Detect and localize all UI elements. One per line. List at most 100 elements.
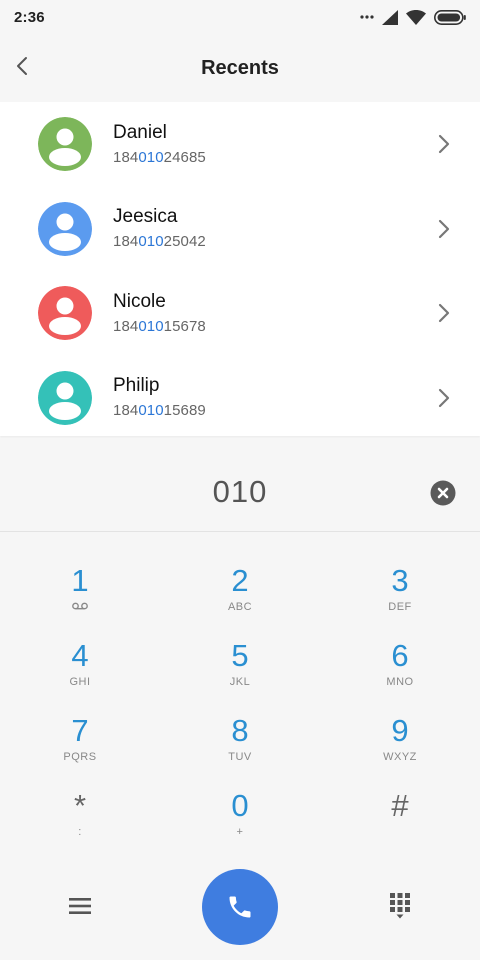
number-suffix: 25042	[163, 233, 206, 251]
key-letters: GHI	[69, 676, 91, 688]
number-prefix: 184	[113, 148, 139, 166]
back-button[interactable]	[8, 52, 36, 84]
contact-number: 18401015678	[113, 318, 206, 336]
key-digit: #	[391, 788, 409, 823]
number-prefix: 184	[113, 402, 139, 420]
contact-name: Nicole	[113, 290, 166, 312]
key-letters: JKL	[229, 676, 251, 688]
page-title: Recents	[201, 56, 279, 79]
key-letters: DEF	[388, 601, 412, 613]
chevron-left-icon	[16, 56, 28, 81]
key-5[interactable]: 5 JKL	[160, 620, 320, 695]
key-digit: 5	[231, 638, 249, 673]
key-9[interactable]: 9 WXYZ	[320, 695, 480, 770]
key-letters: :	[78, 826, 82, 838]
contact-name: Philip	[113, 375, 160, 397]
key-hash[interactable]: #	[320, 770, 480, 845]
key-letters: +	[236, 826, 244, 838]
key-8[interactable]: 8 TUV	[160, 695, 320, 770]
key-digit: 2	[231, 563, 249, 598]
contact-row[interactable]: Philip 18401015689	[0, 356, 480, 441]
key-2[interactable]: 2 ABC	[160, 545, 320, 620]
contact-info: Daniel 18401024685	[113, 122, 206, 167]
number-match: 010	[138, 317, 164, 335]
person-icon	[38, 286, 92, 341]
number-suffix: 15678	[163, 317, 206, 335]
contact-info: Jeesica 18401025042	[113, 206, 206, 251]
recent-contacts-list: Daniel 18401024685 Jeesica 18401025042 N…	[0, 102, 480, 436]
key-star[interactable]: * :	[0, 770, 160, 845]
contact-number: 18401025042	[113, 233, 206, 251]
number-match: 010	[138, 233, 164, 251]
contact-number: 18401024685	[113, 149, 206, 167]
number-prefix: 184	[113, 233, 139, 251]
key-digit: 8	[231, 713, 249, 748]
bottom-bar	[0, 868, 480, 946]
person-icon	[38, 201, 92, 256]
key-letters: ABC	[227, 601, 253, 613]
avatar	[38, 370, 92, 425]
key-digit: 1	[71, 563, 89, 598]
contact-info: Nicole 18401015678	[113, 291, 206, 336]
key-0[interactable]: 0 +	[160, 770, 320, 845]
menu-icon	[69, 898, 91, 914]
menu-button[interactable]	[66, 892, 94, 920]
number-suffix: 24685	[163, 148, 206, 166]
header: Recents	[0, 34, 480, 102]
contact-info: Philip 18401015689	[113, 375, 206, 420]
key-letters: TUV	[228, 751, 252, 763]
dialed-number[interactable]: 010	[213, 474, 268, 510]
key-digit: 0	[231, 788, 249, 823]
avatar	[38, 117, 92, 172]
number-match: 010	[138, 402, 164, 420]
wifi-icon	[406, 9, 426, 25]
number-display: 010	[0, 452, 480, 532]
clear-button[interactable]	[430, 480, 456, 506]
person-icon	[38, 117, 92, 172]
key-1[interactable]: 1	[0, 545, 160, 620]
contact-row[interactable]: Jeesica 18401025042	[0, 187, 480, 272]
key-letters: MNO	[386, 676, 414, 688]
clear-icon	[430, 480, 456, 506]
key-7[interactable]: 7 PQRS	[0, 695, 160, 770]
chevron-right-icon[interactable]	[434, 215, 454, 243]
chevron-right-icon[interactable]	[434, 384, 454, 412]
chevron-right-icon[interactable]	[434, 299, 454, 327]
key-digit: *	[73, 788, 87, 823]
voicemail-icon	[72, 601, 88, 613]
contact-name: Daniel	[113, 121, 167, 143]
key-4[interactable]: 4 GHI	[0, 620, 160, 695]
status-bar: 2:36	[0, 0, 480, 34]
dialpad-icon	[390, 893, 410, 919]
avatar	[38, 286, 92, 341]
contact-name: Jeesica	[113, 206, 178, 228]
chevron-right-icon[interactable]	[434, 130, 454, 158]
keypad: 1 2 ABC 3 DEF 4 GHI 5 JKL 6 MNO 7 PQRS 8…	[0, 545, 480, 845]
number-suffix: 15689	[163, 402, 206, 420]
avatar	[38, 201, 92, 256]
key-digit: 9	[391, 713, 409, 748]
call-button[interactable]	[202, 869, 278, 945]
key-digit: 3	[391, 563, 409, 598]
contact-row[interactable]: Daniel 18401024685	[0, 102, 480, 187]
number-match: 010	[138, 148, 164, 166]
contact-number: 18401015689	[113, 402, 206, 420]
key-letters: WXYZ	[383, 751, 417, 763]
dialpad-button[interactable]	[386, 890, 414, 922]
key-digit: 6	[391, 638, 409, 673]
person-icon	[38, 370, 92, 425]
battery-icon	[434, 9, 466, 25]
key-letters: PQRS	[63, 751, 97, 763]
more-dots-icon	[360, 15, 374, 19]
status-time: 2:36	[14, 8, 45, 26]
key-digit: 4	[71, 638, 89, 673]
key-3[interactable]: 3 DEF	[320, 545, 480, 620]
key-digit: 7	[71, 713, 89, 748]
dialer-screen: 2:36 Recents Daniel 18401024685 Jeesica …	[0, 0, 480, 960]
contact-row[interactable]: Nicole 18401015678	[0, 271, 480, 356]
phone-icon	[229, 896, 251, 918]
number-prefix: 184	[113, 317, 139, 335]
signal-icon	[382, 9, 398, 25]
status-icons	[360, 9, 466, 25]
key-6[interactable]: 6 MNO	[320, 620, 480, 695]
